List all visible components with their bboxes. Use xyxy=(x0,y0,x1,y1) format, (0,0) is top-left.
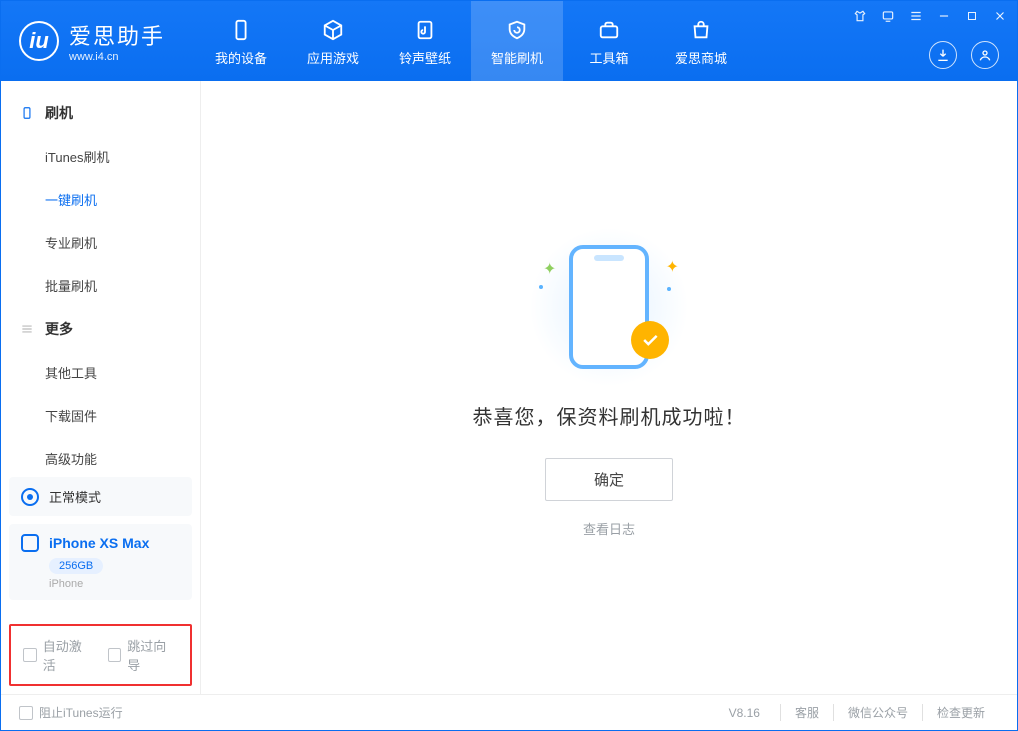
checkbox-label: 自动激活 xyxy=(43,636,94,674)
success-message: 恭喜您，保资料刷机成功啦！ xyxy=(473,401,746,430)
music-icon xyxy=(411,16,439,44)
sidebar-group-flash[interactable]: 刷机 xyxy=(1,91,200,135)
sparkle-icon: ✦ xyxy=(666,257,679,277)
version-label: V8.16 xyxy=(729,706,760,720)
view-log-link[interactable]: 查看日志 xyxy=(583,519,635,538)
sidebar-item-other-tools[interactable]: 其他工具 xyxy=(1,351,200,394)
skip-guide-checkbox[interactable]: 跳过向导 xyxy=(108,636,179,674)
wechat-link[interactable]: 微信公众号 xyxy=(833,704,922,721)
nav-label: 工具箱 xyxy=(590,48,629,67)
mode-label: 正常模式 xyxy=(49,487,101,506)
sidebar-item-advanced[interactable]: 高级功能 xyxy=(1,437,200,469)
device-type: iPhone xyxy=(49,578,180,590)
phone-icon xyxy=(227,16,255,44)
download-button[interactable] xyxy=(929,41,957,69)
sidebar-item-pro-flash[interactable]: 专业刷机 xyxy=(1,221,200,264)
sidebar-group-label: 更多 xyxy=(45,319,73,339)
logo-icon: iu xyxy=(19,21,59,61)
shirt-icon[interactable] xyxy=(851,7,869,25)
body: 刷机 iTunes刷机 一键刷机 专业刷机 批量刷机 更多 其他工具 下载固件 … xyxy=(1,81,1017,694)
device-capacity: 256GB xyxy=(49,558,103,574)
highlighted-options: 自动激活 跳过向导 xyxy=(9,624,192,686)
success-illustration: ✦ ✦ xyxy=(539,237,679,377)
phone-icon xyxy=(21,534,39,552)
cube-icon xyxy=(319,16,347,44)
nav-my-device[interactable]: 我的设备 xyxy=(195,1,287,81)
checkbox-label: 阻止iTunes运行 xyxy=(39,704,123,721)
sidebar-item-download-fw[interactable]: 下载固件 xyxy=(1,394,200,437)
nav-label: 爱思商城 xyxy=(675,48,727,67)
sidebar-item-itunes-flash[interactable]: iTunes刷机 xyxy=(1,135,200,178)
logo-area: iu 爱思助手 www.i4.cn xyxy=(1,19,183,63)
check-update-link[interactable]: 检查更新 xyxy=(922,704,999,721)
nav-label: 铃声壁纸 xyxy=(399,48,451,67)
app-subtitle: www.i4.cn xyxy=(69,51,165,63)
bag-icon xyxy=(687,16,715,44)
sidebar-item-batch-flash[interactable]: 批量刷机 xyxy=(1,264,200,307)
nav-apps-games[interactable]: 应用游戏 xyxy=(287,1,379,81)
menu-icon[interactable] xyxy=(907,7,925,25)
checkbox-label: 跳过向导 xyxy=(127,636,178,674)
nav-smart-flash[interactable]: 智能刷机 xyxy=(471,1,563,81)
nav-label: 我的设备 xyxy=(215,48,267,67)
nav-tabs: 我的设备 应用游戏 铃声壁纸 智能刷机 工具箱 爱思商城 xyxy=(195,1,747,81)
toolbox-icon xyxy=(595,16,623,44)
sidebar-group-more[interactable]: 更多 xyxy=(1,307,200,351)
sidebar-item-oneclick-flash[interactable]: 一键刷机 xyxy=(1,178,200,221)
ok-button[interactable]: 确定 xyxy=(545,458,673,501)
header: iu 爱思助手 www.i4.cn 我的设备 应用游戏 铃声壁纸 智能刷机 xyxy=(1,1,1017,81)
nav-label: 应用游戏 xyxy=(307,48,359,67)
maximize-button[interactable] xyxy=(963,7,981,25)
device-mode-card[interactable]: 正常模式 xyxy=(9,477,192,516)
app-window: iu 爱思助手 www.i4.cn 我的设备 应用游戏 铃声壁纸 智能刷机 xyxy=(0,0,1018,731)
close-button[interactable] xyxy=(991,7,1009,25)
minimize-button[interactable] xyxy=(935,7,953,25)
sidebar-group-label: 刷机 xyxy=(45,103,73,123)
sparkle-icon: ✦ xyxy=(543,259,556,279)
list-icon xyxy=(19,321,35,337)
check-badge-icon xyxy=(631,321,669,359)
sidebar: 刷机 iTunes刷机 一键刷机 专业刷机 批量刷机 更多 其他工具 下载固件 … xyxy=(1,81,201,694)
refresh-shield-icon xyxy=(503,16,531,44)
app-title: 爱思助手 xyxy=(69,19,165,51)
block-itunes-checkbox[interactable]: 阻止iTunes运行 xyxy=(19,704,123,721)
header-actions xyxy=(929,41,999,69)
nav-ring-wall[interactable]: 铃声壁纸 xyxy=(379,1,471,81)
window-controls xyxy=(851,7,1009,25)
auto-activate-checkbox[interactable]: 自动激活 xyxy=(23,636,94,674)
footer: 阻止iTunes运行 V8.16 客服 微信公众号 检查更新 xyxy=(1,694,1017,730)
device-card[interactable]: iPhone XS Max 256GB iPhone xyxy=(9,524,192,600)
nav-toolbox[interactable]: 工具箱 xyxy=(563,1,655,81)
nav-label: 智能刷机 xyxy=(491,48,543,67)
main-content: ✦ ✦ 恭喜您，保资料刷机成功啦！ 确定 查看日志 xyxy=(201,81,1017,694)
device-icon xyxy=(19,105,35,121)
feedback-icon[interactable] xyxy=(879,7,897,25)
nav-store[interactable]: 爱思商城 xyxy=(655,1,747,81)
normal-mode-icon xyxy=(21,488,39,506)
dot-icon xyxy=(667,287,671,291)
support-link[interactable]: 客服 xyxy=(780,704,833,721)
device-name: iPhone XS Max xyxy=(49,535,149,551)
user-button[interactable] xyxy=(971,41,999,69)
dot-icon xyxy=(539,285,543,289)
